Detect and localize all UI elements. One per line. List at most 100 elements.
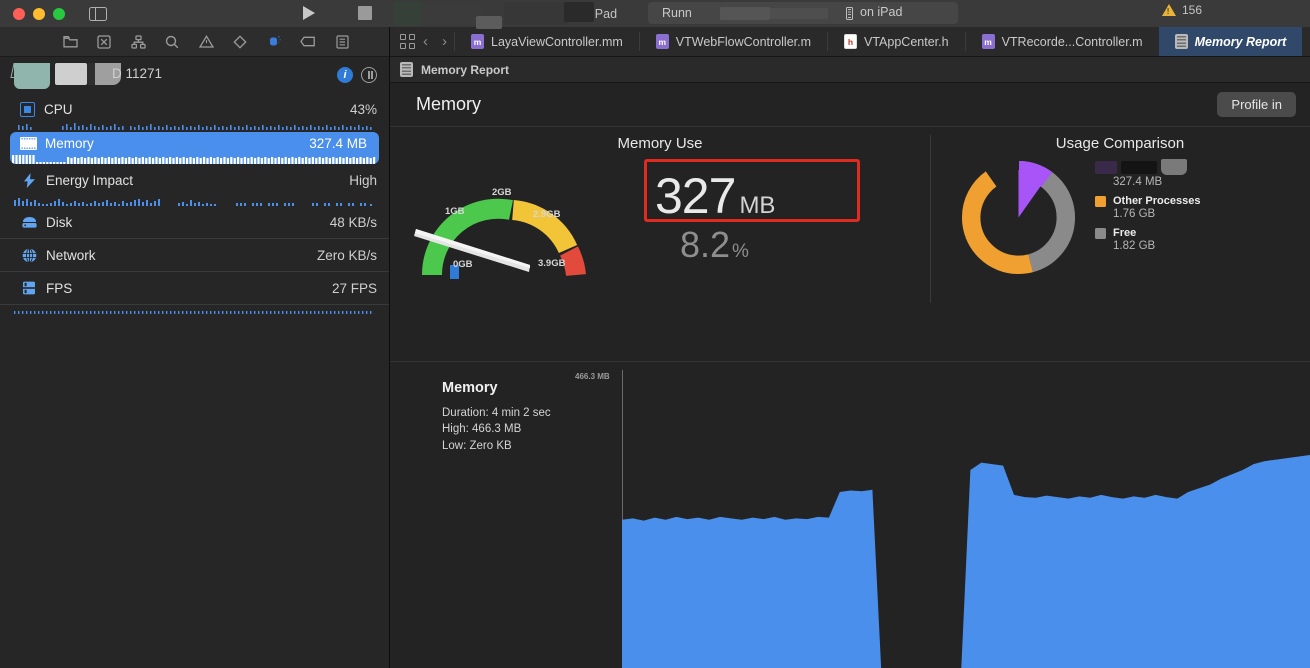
header-file-icon: h: [844, 34, 858, 49]
gauge-tick-3: 2.9GB: [533, 209, 561, 220]
memory-icon: [20, 137, 37, 150]
warning-indicator[interactable]: 156: [1161, 3, 1202, 17]
memory-report-icon: [400, 62, 413, 77]
fps-icon: [20, 280, 38, 296]
legend-name-1: Other Processes: [1113, 195, 1201, 207]
memory-report-content: Memory Profile in Memory Use 0GB 1GB 2GB…: [390, 83, 1310, 668]
editor-tab-3[interactable]: m VTRecorde...Controller.m: [966, 27, 1159, 56]
gauge-tick-4: 3.9GB: [538, 258, 566, 269]
legend-swatch-free: [1095, 227, 1106, 239]
gauges-section: Memory Use 0GB 1GB 2GB 2.9GB 3.9GB 327 M…: [390, 127, 1310, 317]
minimize-button[interactable]: [33, 7, 45, 20]
window-body: D 11271 i CPU 43% Memory 327.4 MB Energy…: [0, 27, 1310, 668]
redacted-block-b: [564, 1, 594, 22]
scheme-selector[interactable]: iPad: [394, 1, 618, 29]
editor-tab-4[interactable]: Memory Report: [1158, 27, 1303, 56]
gauge-label-energy: Energy Impact: [46, 173, 134, 188]
debug-navigator-icon[interactable]: [266, 34, 282, 50]
process-row[interactable]: D 11271 i: [0, 57, 389, 97]
gauge-row-fps[interactable]: FPS 27 FPS: [0, 272, 389, 305]
profile-in-instruments-button[interactable]: Profile in: [1217, 92, 1296, 117]
legend-item-2: Free 1.82 GB: [1095, 227, 1200, 252]
editor-tab-label-4: Memory Report: [1194, 34, 1287, 49]
sparkline-cpu: [0, 121, 389, 130]
pause-icon[interactable]: [361, 67, 377, 83]
related-items-icon[interactable]: [400, 33, 416, 50]
gauge-value-network: Zero KB/s: [316, 247, 377, 263]
redacted-legend-extra: [1161, 159, 1187, 175]
status-running-text: Runn: [662, 6, 692, 20]
memory-graph-title: Memory: [442, 380, 498, 396]
sparkline-energy: [0, 197, 389, 206]
editor-tab-0[interactable]: m LayaViewController.mm: [455, 27, 639, 56]
run-button[interactable]: [303, 6, 315, 20]
scheme-device-label: iPad: [592, 6, 618, 21]
gauge-tick-1: 1GB: [445, 206, 465, 217]
activity-status-bar[interactable]: Runn on iPad: [648, 2, 958, 24]
gauge-row-disk[interactable]: Disk 48 KB/s: [0, 206, 389, 239]
gauge-value-cpu: 43%: [349, 101, 377, 117]
back-chevron-icon[interactable]: ‹: [416, 33, 435, 50]
redacted-legend-name: [1121, 160, 1157, 174]
traffic-lights: [0, 7, 65, 20]
gauge-label-disk: Disk: [46, 214, 73, 230]
breakpoint-navigator-icon[interactable]: [300, 34, 316, 50]
gauge-tick-0: 0GB: [453, 259, 473, 270]
editor-tab-bar: ‹ › m LayaViewController.mm m VTWebFlowC…: [390, 27, 1310, 57]
redacted-process-icon: [14, 63, 50, 89]
disk-icon: [20, 214, 38, 230]
navigator-toolbar: [0, 27, 389, 57]
memory-use-percent-number: 8.2: [680, 224, 731, 265]
memory-graph-info: Memory Duration: 4 min 2 sec High: 466.3…: [442, 380, 612, 454]
legend-item-0: 327.4 MB: [1095, 159, 1200, 188]
redacted-process-name-a: [55, 63, 87, 85]
network-icon: [20, 247, 38, 263]
memory-graph-high: High: 466.3 MB: [442, 423, 522, 436]
gauge-tick-2: 2GB: [492, 187, 512, 198]
window-titlebar: iPad Runn on iPad 156: [0, 0, 1310, 29]
breadcrumb[interactable]: Memory Report: [390, 57, 1310, 83]
gauge-label-fps: FPS: [46, 280, 73, 296]
cpu-icon: [20, 101, 35, 117]
close-button[interactable]: [13, 7, 25, 20]
symbol-navigator-icon[interactable]: [130, 34, 146, 50]
find-navigator-icon[interactable]: [164, 34, 180, 50]
jump-bar-controls: ‹ ›: [390, 27, 454, 56]
gauge-row-memory[interactable]: Memory 327.4 MB: [10, 132, 379, 164]
annotation-highlight-box: [644, 159, 860, 222]
project-navigator-icon[interactable]: [62, 34, 78, 50]
sparkline-fps: [0, 305, 389, 314]
memory-report-header: Memory Profile in: [390, 83, 1310, 127]
issue-navigator-icon[interactable]: [198, 34, 214, 50]
gauge-row-cpu[interactable]: CPU 43%: [0, 97, 389, 121]
editor-tab-label-0: LayaViewController.mm: [491, 34, 623, 49]
editor-tab-label-3: VTRecorde...Controller.m: [1001, 34, 1143, 49]
warning-count: 156: [1181, 3, 1202, 17]
device-icon: [846, 7, 853, 20]
memory-use-percent: 8.2 %: [680, 227, 749, 263]
memory-use-gauge: 0GB 1GB 2GB 2.9GB 3.9GB: [410, 157, 640, 287]
gauge-row-energy[interactable]: Energy Impact High: [0, 164, 389, 197]
editor-tab-1[interactable]: m VTWebFlowController.m: [640, 27, 827, 56]
usage-comparison-legend: 327.4 MB Other Processes 1.76 GB Free 1.…: [1095, 159, 1200, 259]
toggle-sidebar-icon[interactable]: [89, 6, 107, 21]
usage-comparison-panel: Usage Comparison 327.4 MB Other Processe…: [930, 127, 1310, 317]
forward-chevron-icon[interactable]: ›: [435, 33, 454, 50]
stop-button[interactable]: [358, 6, 372, 20]
usage-comparison-title: Usage Comparison: [1055, 135, 1185, 152]
usage-comparison-donut: [956, 155, 1081, 280]
zoom-button[interactable]: [53, 7, 65, 20]
gauge-row-network[interactable]: Network Zero KB/s: [0, 239, 389, 272]
gauge-value-disk: 48 KB/s: [329, 214, 377, 230]
info-icon[interactable]: i: [337, 67, 353, 83]
legend-item-1: Other Processes 1.76 GB: [1095, 195, 1200, 220]
objc-file-icon: m: [471, 34, 484, 49]
source-control-navigator-icon[interactable]: [96, 34, 112, 50]
test-navigator-icon[interactable]: [232, 34, 248, 50]
energy-icon: [20, 173, 38, 189]
memory-report-icon: [1174, 34, 1188, 49]
editor-tab-2[interactable]: h VTAppCenter.h: [828, 27, 965, 56]
status-destination-text: on iPad: [860, 5, 903, 19]
report-navigator-icon[interactable]: [334, 34, 350, 50]
memory-graph-section: Memory Duration: 4 min 2 sec High: 466.3…: [390, 361, 1310, 668]
